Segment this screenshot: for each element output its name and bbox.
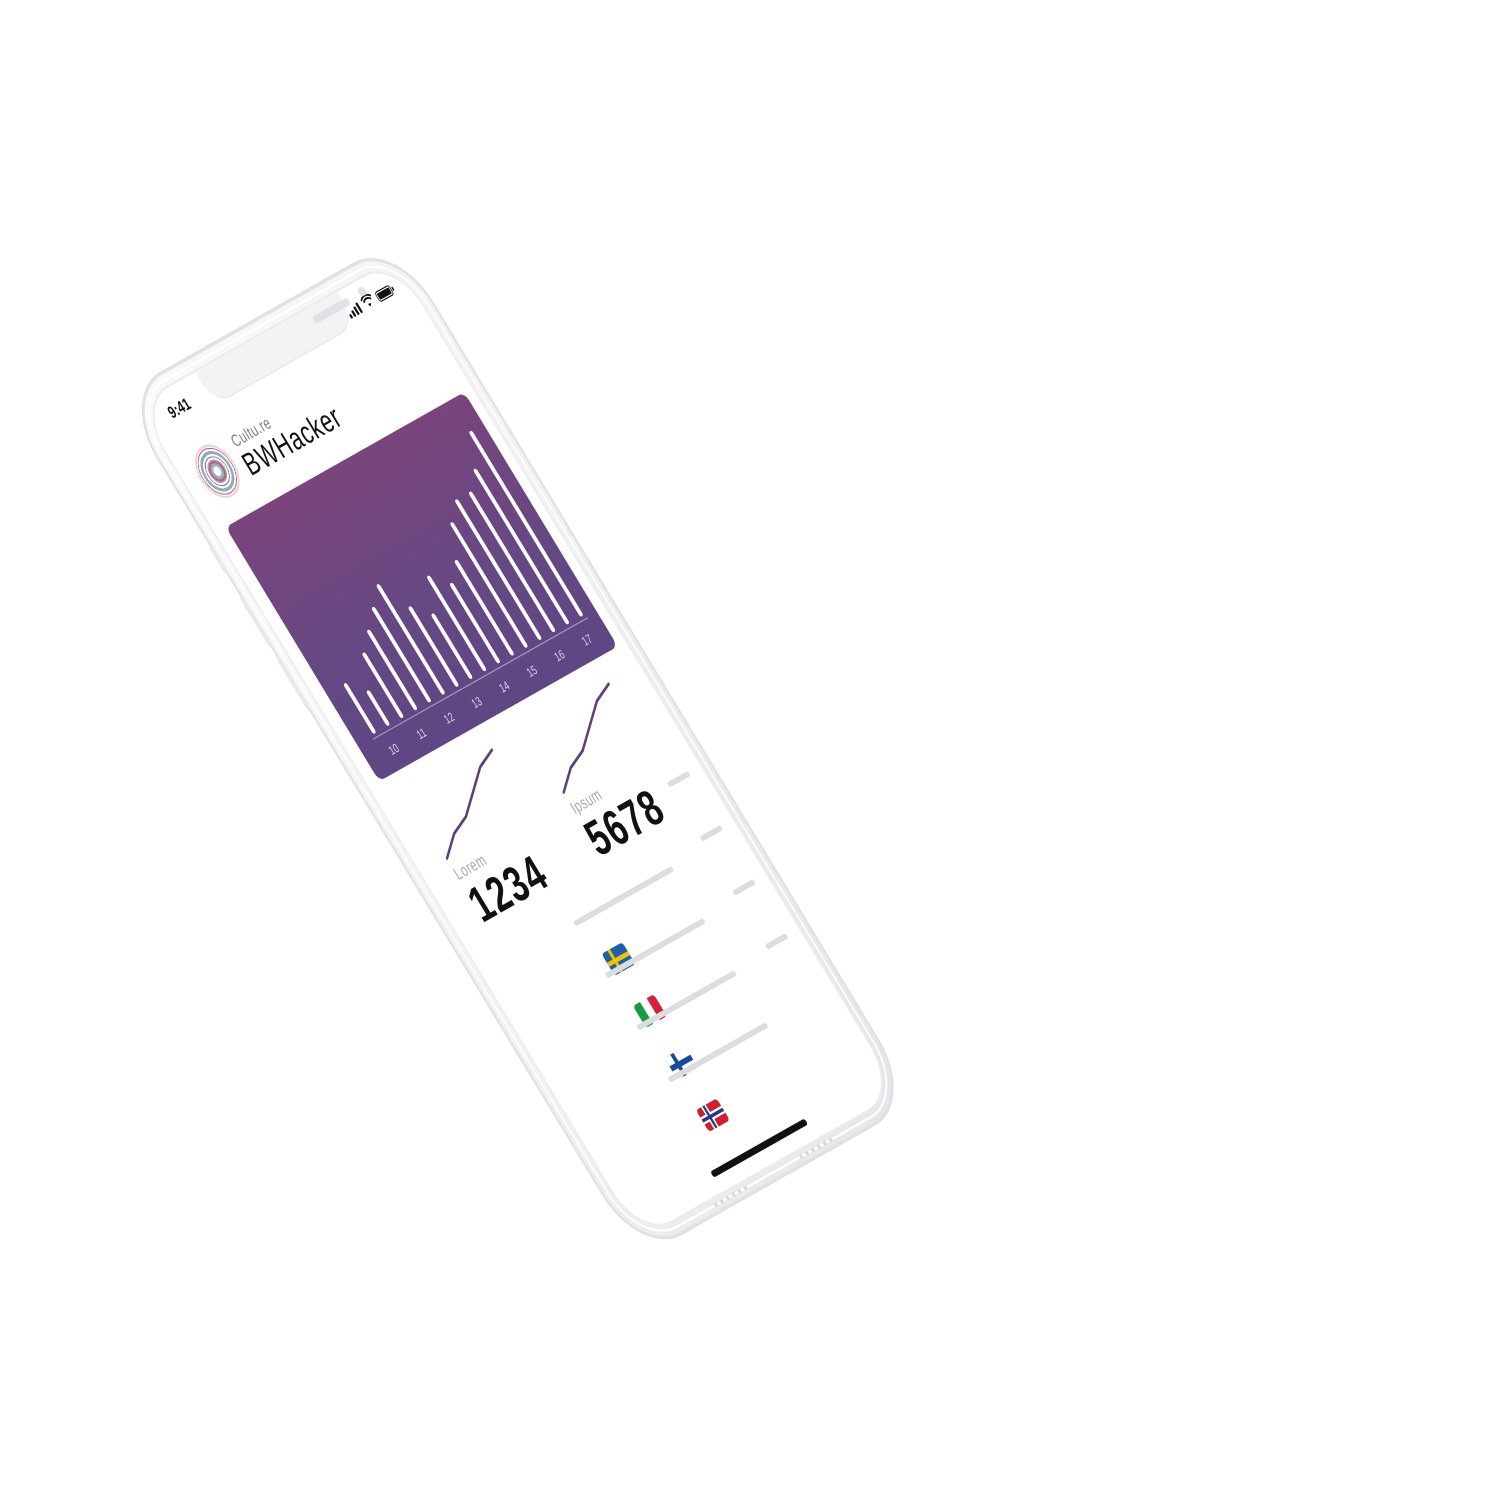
placeholder-line: [572, 865, 675, 927]
x-tick-label: 10: [386, 742, 401, 759]
ipsum-sparkline: [562, 682, 610, 794]
chart-bar: [366, 690, 390, 726]
chart-bar: [450, 582, 500, 664]
chart-bar: [408, 606, 459, 687]
x-tick-label: 17: [580, 632, 595, 649]
sparkline-path: [445, 748, 494, 860]
phone-device: 9:41 Cultu.re BWHacker 10 11 12 13 14 15 16 17: [120, 240, 916, 1257]
x-tick-label: 13: [469, 695, 484, 712]
x-tick-label: 12: [442, 710, 457, 727]
chart-bar: [450, 522, 528, 648]
cellular-signal-icon: [345, 302, 364, 319]
lorem-sparkline: [445, 748, 494, 860]
sparkline-path: [562, 682, 610, 794]
chart-bar: [362, 652, 404, 718]
chart-bar: [367, 629, 418, 711]
status-time: 9:41: [164, 394, 195, 423]
status-icons: [344, 282, 395, 319]
x-tick-label: 15: [525, 664, 540, 681]
x-tick-label: 14: [497, 679, 512, 696]
app-screen: 9:41 Cultu.re BWHacker 10 11 12 13 14 15 16 17: [137, 259, 898, 1238]
norway-flag-icon: [695, 1098, 730, 1133]
chart-bar: [473, 468, 569, 625]
x-tick-label: 16: [552, 648, 567, 665]
chart-bar: [431, 613, 473, 679]
mockup-stage: 9:41 Cultu.re BWHacker 10 11 12 13 14 15 16 17: [0, 0, 1500, 1500]
chart-bar: [376, 584, 445, 695]
x-tick-label: 11: [414, 726, 429, 742]
placeholder-value-line: [666, 770, 691, 788]
battery-icon: [374, 284, 395, 303]
